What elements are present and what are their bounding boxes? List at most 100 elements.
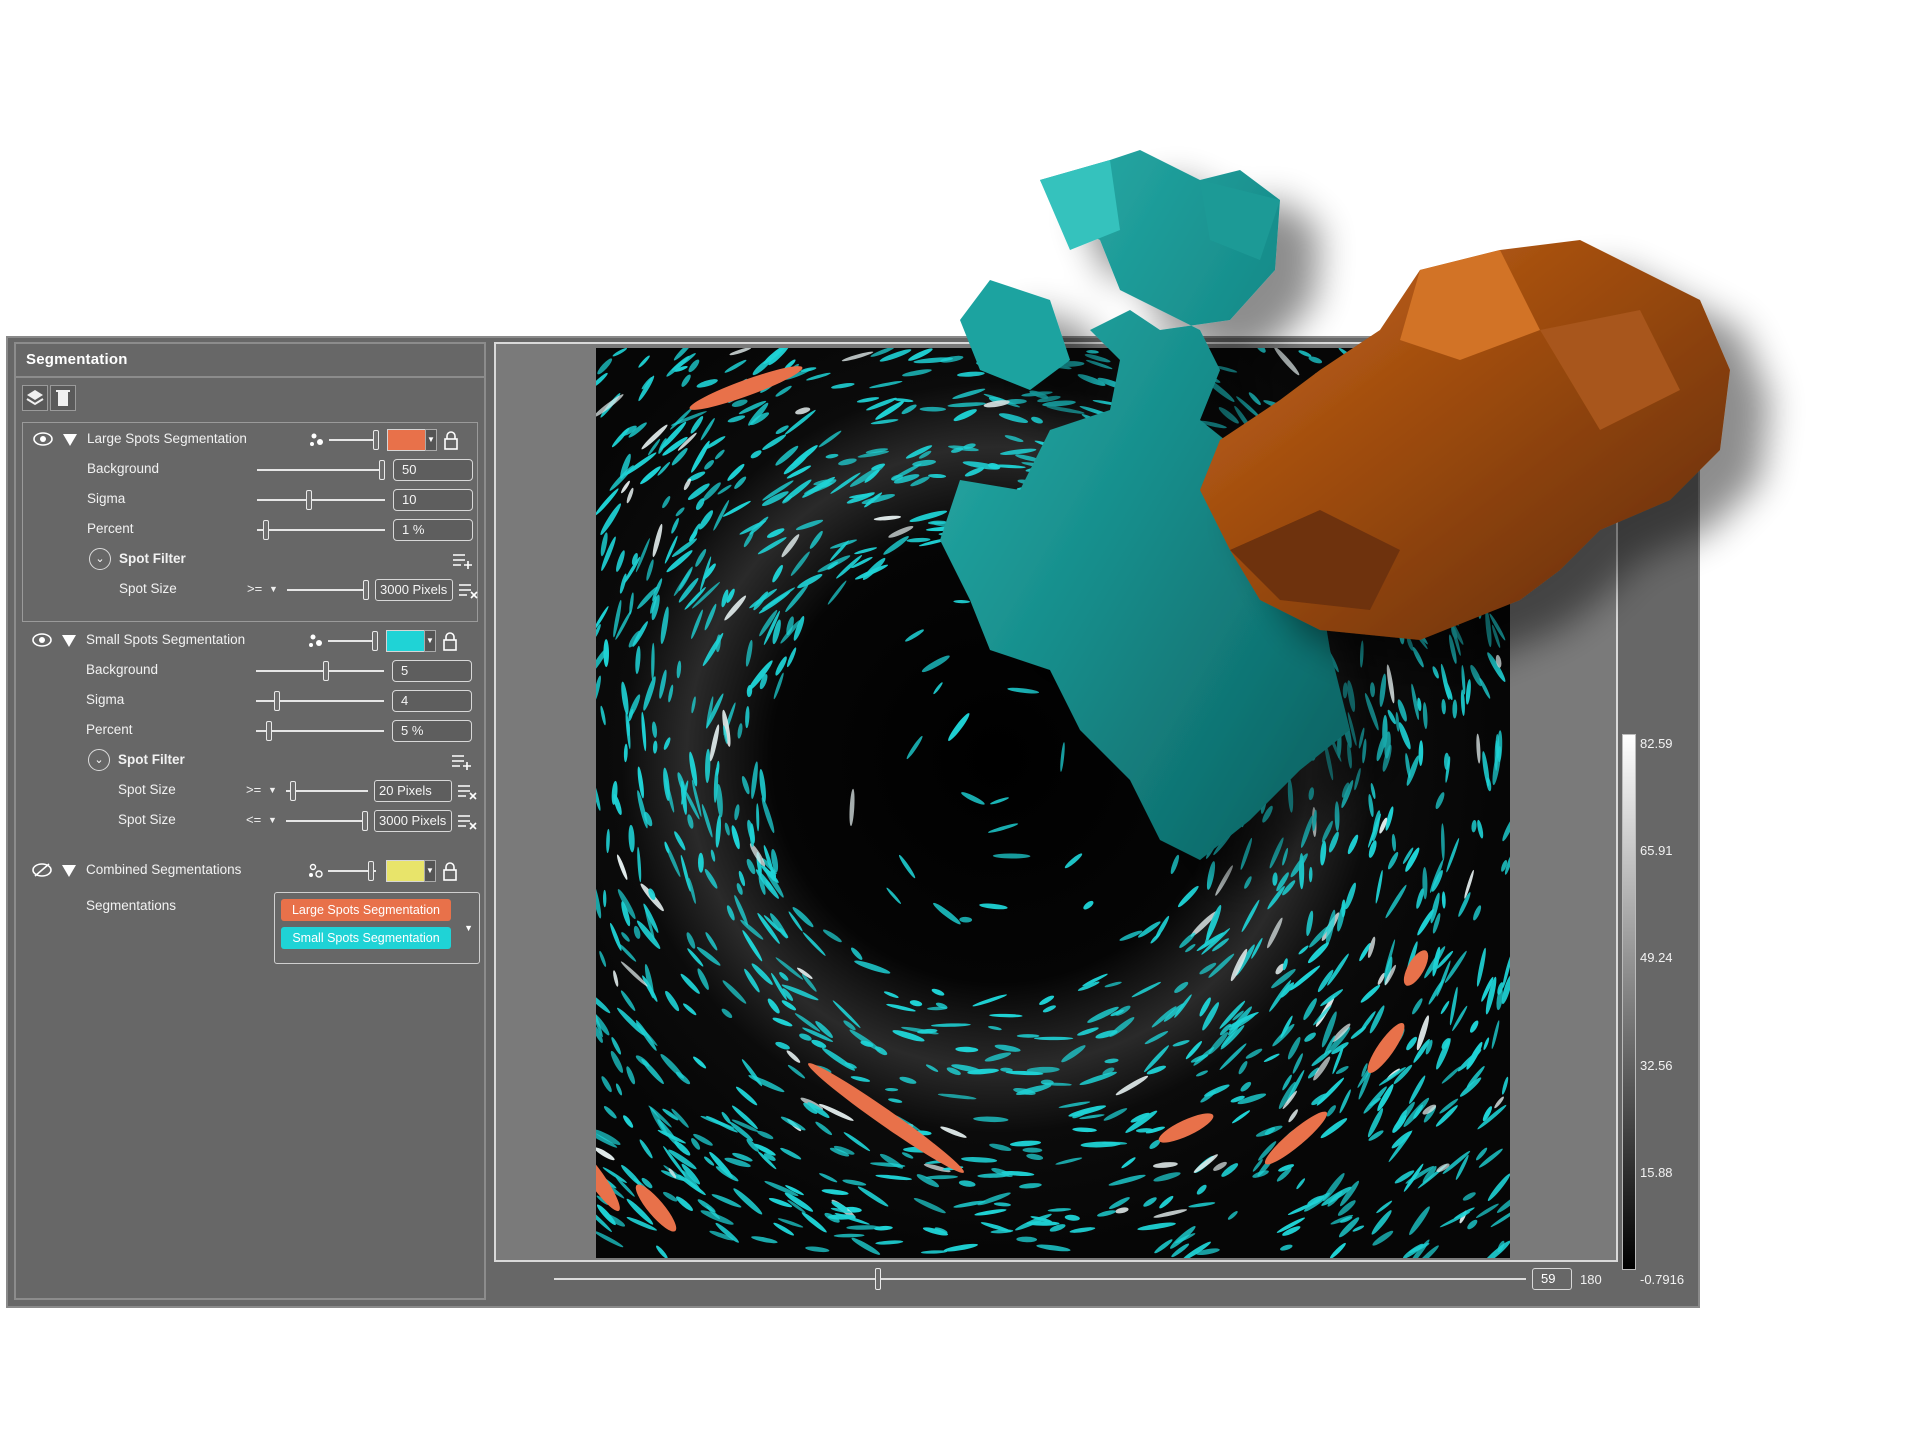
scale-label: -0.7916 <box>1640 1272 1685 1287</box>
panel-title: Segmentation <box>16 344 484 378</box>
eye-hidden-icon[interactable] <box>32 862 52 878</box>
chevron-down-icon[interactable]: ⌄ <box>89 548 111 570</box>
operator-dropdown-icon[interactable]: ▼ <box>268 815 277 825</box>
background-slider-thumb[interactable] <box>323 661 330 681</box>
panel-toolbar <box>16 378 484 414</box>
opacity-slider[interactable] <box>328 640 376 642</box>
add-filter-icon[interactable] <box>451 550 473 570</box>
small-sigma-row: Sigma 4 <box>22 686 478 716</box>
large-percent-row: Percent 1 % <box>23 515 477 545</box>
sigma-label: Sigma <box>86 692 125 707</box>
percent-slider[interactable] <box>257 529 385 531</box>
background-field[interactable]: 5 <box>392 660 472 682</box>
sigma-slider-thumb[interactable] <box>305 490 312 510</box>
percent-slider[interactable] <box>256 730 384 732</box>
spot-size-label: Spot Size <box>119 581 177 596</box>
spot-size-field[interactable]: 3000 Pixels <box>375 579 453 601</box>
list-dropdown-icon[interactable]: ▼ <box>464 923 473 933</box>
spot-filter-label: Spot Filter <box>118 752 185 767</box>
lock-icon[interactable] <box>442 631 458 651</box>
percent-label: Percent <box>86 722 133 737</box>
percent-label: Percent <box>87 521 134 536</box>
segmentation-panel: Segmentation Large Spots Segmentation ▼ <box>14 342 486 1300</box>
add-filter-icon[interactable] <box>450 751 472 771</box>
chevron-down-icon[interactable]: ⌄ <box>88 749 110 771</box>
segmentations-list[interactable]: Large Spots Segmentation Small Spots Seg… <box>274 892 480 964</box>
spot-size-slider[interactable] <box>287 589 369 591</box>
background-slider-thumb[interactable] <box>379 460 385 480</box>
remove-filter-icon[interactable] <box>457 580 479 600</box>
large-spot-filter-row: ⌄ Spot Filter <box>23 545 477 575</box>
color-dropdown-arrow[interactable]: ▼ <box>424 860 436 882</box>
collapse-triangle-icon[interactable] <box>62 635 76 647</box>
sigma-slider-thumb[interactable] <box>274 691 281 711</box>
spot-size-slider[interactable] <box>286 820 368 822</box>
spots-icon <box>309 634 322 647</box>
segmentations-row: Segmentations Large Spots Segmentation S… <box>22 892 480 972</box>
sigma-field[interactable]: 4 <box>392 690 472 712</box>
spot-filter-label: Spot Filter <box>119 551 186 566</box>
opacity-slider-thumb[interactable] <box>368 861 374 881</box>
small-percent-row: Percent 5 % <box>22 716 478 746</box>
background-slider[interactable] <box>257 469 385 471</box>
sigma-label: Sigma <box>87 491 126 506</box>
collapse-triangle-icon[interactable] <box>62 865 76 877</box>
layers-icon[interactable] <box>22 385 48 411</box>
slice-slider[interactable] <box>554 1278 1526 1280</box>
spot-size-slider-thumb[interactable] <box>289 781 296 801</box>
percent-slider-thumb[interactable] <box>263 520 270 540</box>
remove-filter-icon[interactable] <box>456 811 478 831</box>
remove-filter-icon[interactable] <box>456 781 478 801</box>
operator-select[interactable]: >= <box>247 581 262 596</box>
background-label: Background <box>86 662 159 677</box>
slice-slider-thumb[interactable] <box>874 1268 881 1290</box>
color-dropdown-arrow[interactable]: ▼ <box>425 429 437 451</box>
spot-size-slider-thumb[interactable] <box>362 811 368 831</box>
small-spot-filter-row: ⌄ Spot Filter <box>22 746 478 776</box>
segmentation-chip[interactable]: Small Spots Segmentation <box>281 927 451 949</box>
operator-dropdown-icon[interactable]: ▼ <box>269 584 278 594</box>
operator-select[interactable]: >= <box>246 782 261 797</box>
color-dropdown-arrow[interactable]: ▼ <box>424 630 436 652</box>
opacity-slider-thumb[interactable] <box>372 631 378 651</box>
segmentation-chip[interactable]: Large Spots Segmentation <box>281 899 451 921</box>
slice-max: 180 <box>1580 1272 1602 1287</box>
slice-field[interactable]: 59 <box>1532 1268 1572 1290</box>
color-swatch[interactable] <box>387 429 427 451</box>
small-spot-size-min-row: Spot Size >= ▼ 20 Pixels <box>22 776 478 806</box>
color-swatch[interactable] <box>386 630 426 652</box>
percent-field[interactable]: 5 % <box>392 720 472 742</box>
lock-icon[interactable] <box>442 861 458 881</box>
spots-icon <box>310 433 323 446</box>
sigma-field[interactable]: 10 <box>393 489 473 511</box>
eye-icon[interactable] <box>32 632 52 648</box>
opacity-slider[interactable] <box>329 439 377 441</box>
opacity-slider-thumb[interactable] <box>373 430 379 450</box>
collapse-triangle-icon[interactable] <box>63 434 77 446</box>
small-spot-size-max-row: Spot Size <= ▼ 3000 Pixels <box>22 806 478 836</box>
percent-slider-thumb[interactable] <box>265 721 272 741</box>
eye-icon[interactable] <box>33 431 53 447</box>
percent-field[interactable]: 1 % <box>393 519 473 541</box>
background-slider[interactable] <box>256 670 384 672</box>
3d-segmentation-render <box>940 150 1730 860</box>
scale-label: 15.88 <box>1640 1165 1673 1180</box>
sigma-slider[interactable] <box>257 499 385 501</box>
spot-size-field[interactable]: 3000 Pixels <box>374 810 452 832</box>
spot-size-field[interactable]: 20 Pixels <box>374 780 452 802</box>
large-spots-header: Large Spots Segmentation ▼ <box>23 425 477 455</box>
operator-dropdown-icon[interactable]: ▼ <box>268 785 277 795</box>
scale-label: 32.56 <box>1640 1058 1673 1073</box>
spot-size-label: Spot Size <box>118 812 176 827</box>
small-background-row: Background 5 <box>22 656 478 686</box>
spot-size-slider[interactable] <box>286 790 368 792</box>
combine-icon <box>309 863 323 878</box>
lock-icon[interactable] <box>443 430 459 450</box>
small-spots-group: Small Spots Segmentation ▼ Background 5 … <box>22 624 478 850</box>
operator-select[interactable]: <= <box>246 812 261 827</box>
background-field[interactable]: 50 <box>393 459 473 481</box>
color-swatch[interactable] <box>386 860 426 882</box>
small-spots-title: Small Spots Segmentation <box>86 632 246 647</box>
spot-size-slider-thumb[interactable] <box>363 580 369 600</box>
trash-icon[interactable] <box>50 385 76 411</box>
